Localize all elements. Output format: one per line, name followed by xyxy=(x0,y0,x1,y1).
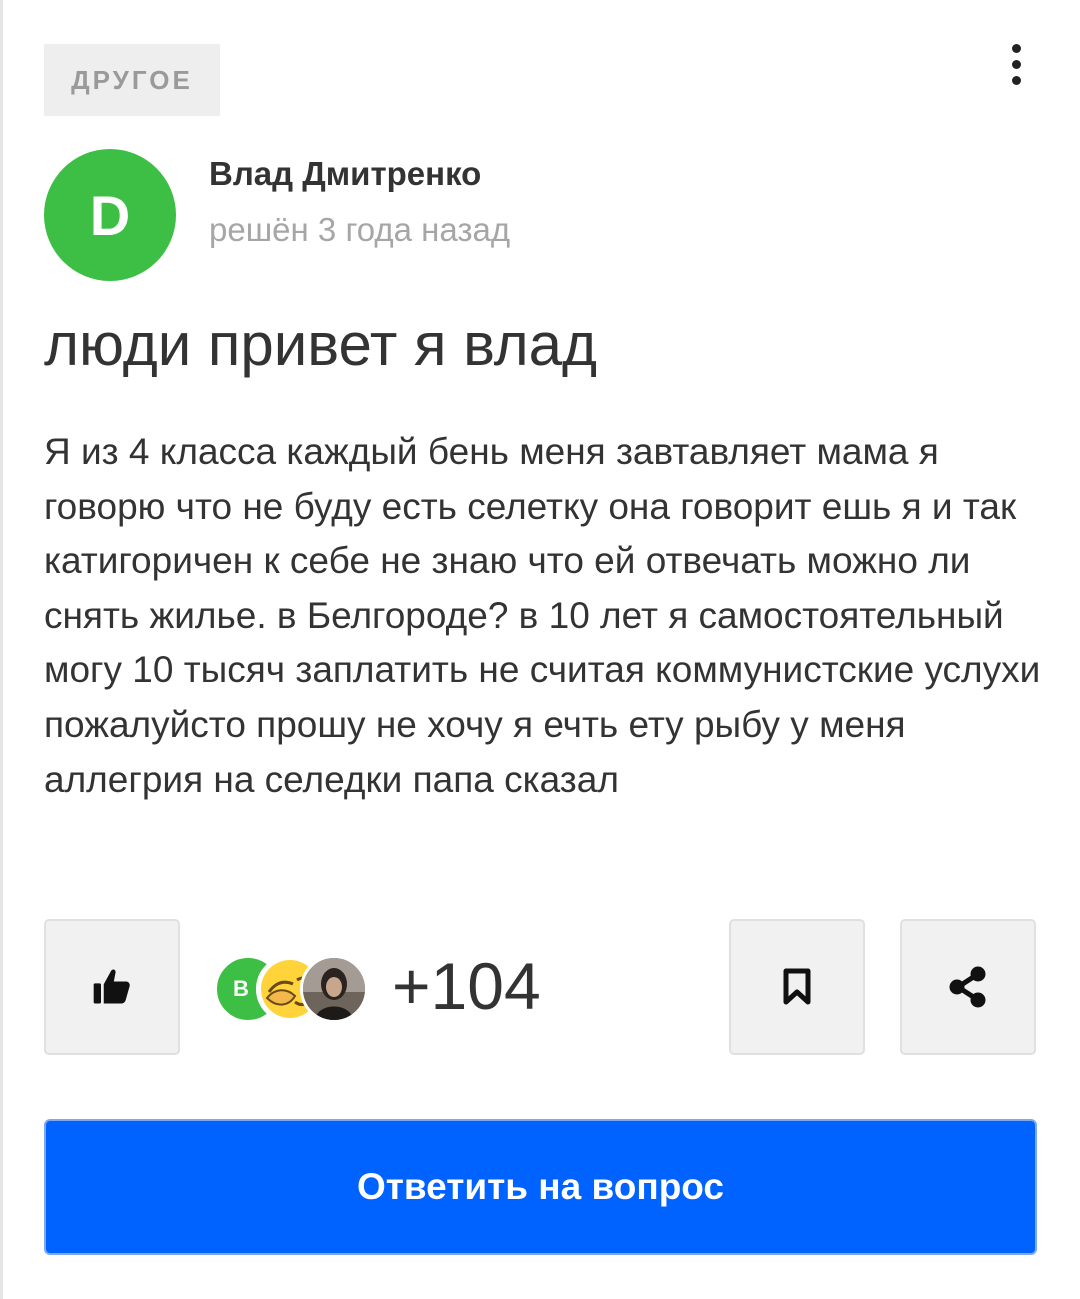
likes-count: +104 xyxy=(392,949,541,1023)
more-dot xyxy=(1011,75,1021,85)
liker-avatar-letter: В xyxy=(233,976,249,1001)
question-status: решён 3 года назад xyxy=(209,211,511,248)
bookmark-icon xyxy=(783,968,811,1005)
answer-question-button[interactable]: Ответить на вопрос xyxy=(44,1119,1037,1255)
user-photo-icon xyxy=(303,958,365,1020)
category-badge[interactable]: ДРУГОЕ xyxy=(44,44,220,116)
left-edge-divider xyxy=(0,0,3,1299)
share-icon xyxy=(949,966,986,1008)
more-dot xyxy=(1011,59,1021,69)
like-button[interactable] xyxy=(44,919,180,1055)
liker-avatar-photo xyxy=(300,955,368,1023)
more-options-button[interactable] xyxy=(996,40,1036,88)
question-body: Я из 4 класса каждый бень меня завтавляе… xyxy=(44,431,1041,800)
thumbs-up-icon xyxy=(93,969,130,1004)
question-title: люди привет я влад xyxy=(44,311,598,378)
likers-avatars[interactable]: В xyxy=(214,952,374,1024)
bookmark-button[interactable] xyxy=(729,919,865,1055)
share-button[interactable] xyxy=(900,919,1036,1055)
author-avatar[interactable]: D xyxy=(44,149,176,281)
avatar-letter: D xyxy=(89,183,131,247)
more-vertical-icon xyxy=(1011,43,1021,53)
author-name[interactable]: Влад Дмитренко xyxy=(209,155,481,193)
